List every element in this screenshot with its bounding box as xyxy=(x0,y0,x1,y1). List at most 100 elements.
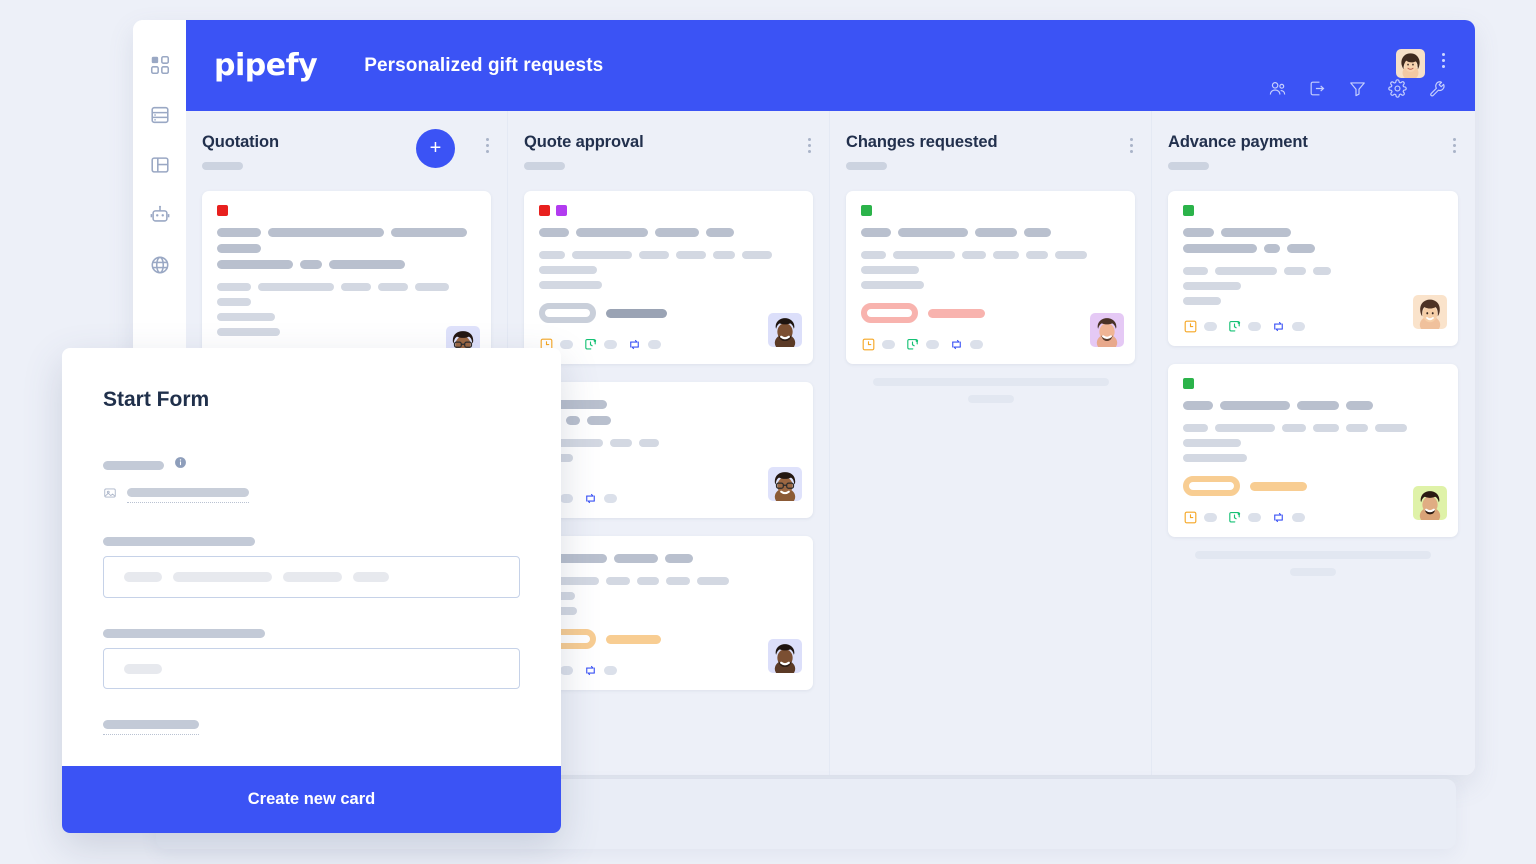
clock-icon xyxy=(1184,511,1197,524)
user-avatar-glasses xyxy=(768,467,802,501)
repeat-icon xyxy=(630,339,639,350)
card-labels xyxy=(1183,378,1443,389)
clock-icon xyxy=(1184,320,1197,333)
card-title-line xyxy=(539,228,798,237)
calendar-due-icon xyxy=(1229,511,1241,523)
top-bar: pipefy Personalized gift requests xyxy=(186,20,1475,111)
sidebar-item-automations[interactable] xyxy=(147,202,173,228)
form-field-group xyxy=(103,537,520,598)
card-meta-line xyxy=(539,577,798,585)
card-meta-line xyxy=(217,283,476,306)
card-avatar xyxy=(768,313,802,347)
column-menu-button[interactable] xyxy=(808,138,811,153)
database-icon xyxy=(150,106,169,124)
footer-placeholder xyxy=(1248,322,1261,331)
create-new-card-button[interactable]: Create new card xyxy=(62,766,561,833)
footer-placeholder xyxy=(1204,513,1217,522)
card-avatar xyxy=(768,467,802,501)
text-input-field[interactable] xyxy=(103,556,520,598)
inbox-in-icon[interactable] xyxy=(1308,79,1327,98)
column-header: Changes requested xyxy=(846,133,1135,191)
column-menu-button[interactable] xyxy=(1453,138,1456,153)
card[interactable] xyxy=(1168,364,1458,537)
more-options-button[interactable] xyxy=(1442,53,1445,68)
footer-placeholder xyxy=(1292,513,1305,522)
sidebar-item-pipes[interactable] xyxy=(147,152,173,178)
card-tag-row xyxy=(861,303,1120,323)
card[interactable] xyxy=(524,382,813,518)
globe-icon xyxy=(151,256,168,274)
footer-placeholder xyxy=(604,666,617,675)
gear-icon[interactable] xyxy=(1388,79,1407,98)
footer-placeholder xyxy=(1204,322,1217,331)
field-label-placeholder xyxy=(103,629,265,638)
loading-placeholder xyxy=(1168,551,1458,576)
info-icon[interactable] xyxy=(174,456,187,474)
card[interactable] xyxy=(1168,191,1458,346)
members-icon[interactable] xyxy=(1268,79,1287,98)
user-avatar-beard xyxy=(768,639,802,673)
sidebar-item-dashboard[interactable] xyxy=(147,52,173,78)
column-title: Quote approval xyxy=(524,133,644,151)
board-title: Personalized gift requests xyxy=(364,54,604,76)
start-form-modal: Start Form Create new card xyxy=(62,348,561,833)
tag-pill xyxy=(861,303,918,323)
field-label-placeholder xyxy=(103,460,164,470)
calendar-due-icon xyxy=(585,338,597,350)
label-chip xyxy=(556,205,567,216)
column-header: Advance payment xyxy=(1168,133,1458,191)
top-toolbar xyxy=(1268,79,1447,98)
form-field-group xyxy=(103,720,520,740)
footer-placeholder xyxy=(560,666,573,675)
form-field-group xyxy=(103,629,520,689)
add-card-button[interactable]: + xyxy=(416,129,455,168)
start-form-body: Start Form xyxy=(62,348,561,766)
card-title-line xyxy=(539,554,798,563)
avatar[interactable] xyxy=(1396,49,1425,78)
card-tag-row xyxy=(1183,476,1443,496)
column-menu-button[interactable] xyxy=(1130,138,1133,153)
column-title: Advance payment xyxy=(1168,133,1308,151)
footer-placeholder xyxy=(604,340,617,349)
card-footer xyxy=(539,663,798,678)
column-header: Quote approval xyxy=(524,133,813,191)
column-title: Quotation xyxy=(202,133,279,151)
footer-placeholder xyxy=(1248,513,1261,522)
sidebar-item-database[interactable] xyxy=(147,102,173,128)
card-avatar xyxy=(1413,486,1447,520)
wrench-icon[interactable] xyxy=(1428,79,1447,98)
attachment-bar-wrap xyxy=(127,488,249,503)
footer-placeholder xyxy=(560,494,573,503)
repeat-icon xyxy=(1274,512,1283,523)
column-title: Changes requested xyxy=(846,133,998,151)
column-subtitle-placeholder xyxy=(202,162,243,170)
card[interactable] xyxy=(846,191,1135,364)
card[interactable] xyxy=(524,536,813,690)
footer-placeholder xyxy=(604,494,617,503)
card-avatar xyxy=(1090,313,1124,347)
footer-placeholder xyxy=(882,340,895,349)
card-title-line xyxy=(861,228,1120,237)
sidebar-item-public[interactable] xyxy=(147,252,173,278)
repeat-icon xyxy=(586,493,595,504)
footer-placeholder xyxy=(648,340,661,349)
repeat-icon xyxy=(952,339,961,350)
card-title-line xyxy=(1183,228,1443,237)
image-upload-icon[interactable] xyxy=(103,486,117,505)
tag-pill xyxy=(1183,476,1240,496)
column-menu-button[interactable] xyxy=(486,138,489,153)
card-avatar xyxy=(1413,295,1447,329)
user-avatar-beard xyxy=(768,313,802,347)
layout-panel-icon xyxy=(150,157,169,173)
card-footer xyxy=(1183,510,1443,525)
field-label-placeholder xyxy=(103,720,199,729)
board-column-changes-requested: Changes requested xyxy=(830,111,1152,775)
text-input-field[interactable] xyxy=(103,648,520,689)
label-chip xyxy=(1183,378,1194,389)
tag-bar xyxy=(928,308,985,318)
card-meta-line xyxy=(539,251,798,259)
filter-icon[interactable] xyxy=(1348,79,1367,98)
card[interactable] xyxy=(524,191,813,364)
user-avatar-smile xyxy=(1090,313,1124,347)
repeat-icon xyxy=(1274,321,1283,332)
